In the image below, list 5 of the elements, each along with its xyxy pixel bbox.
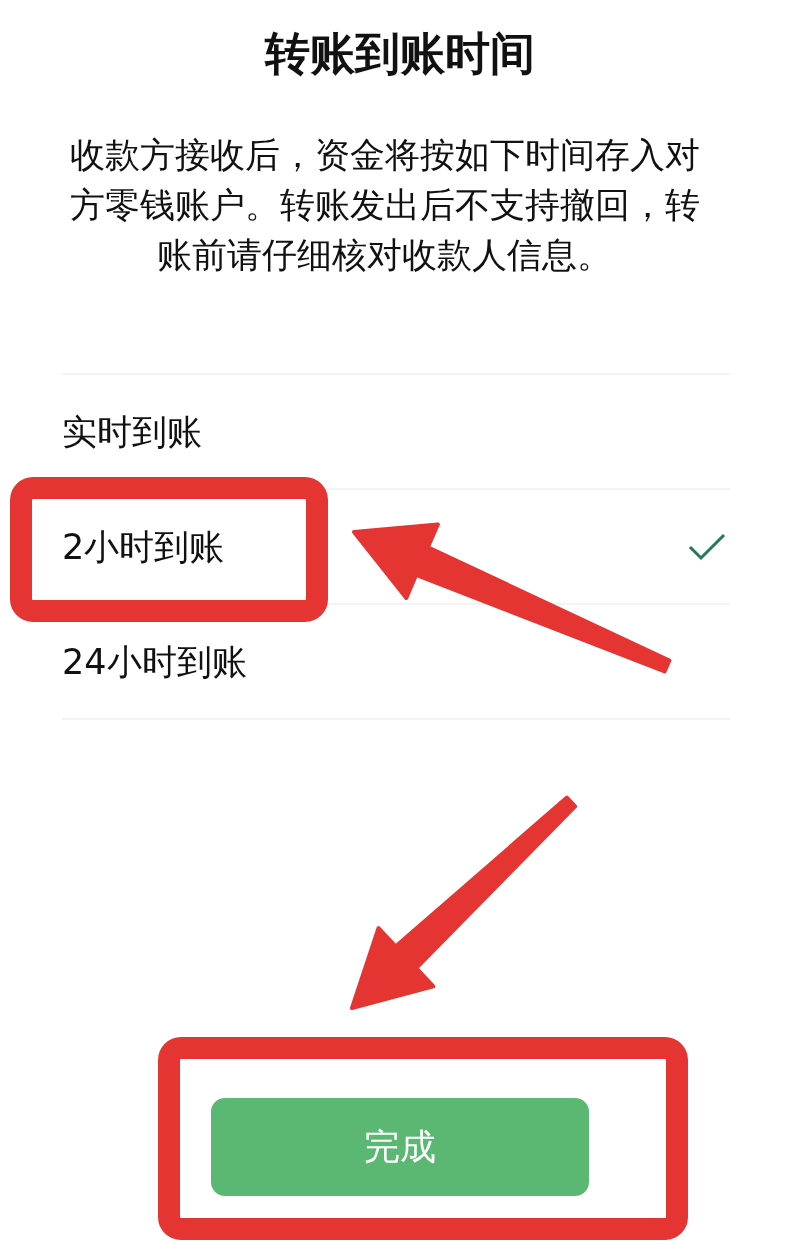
description-text: 收款方接收后，资金将按如下时间存入对方零钱账户。转账发出后不支持撤回，转账前请仔细核对收款人信息。 [68, 134, 701, 277]
option-label[interactable]: 24小时到账 [62, 639, 247, 684]
page-title: 转账到账时间 [263, 26, 536, 79]
option-label[interactable]: 实时到账 [62, 409, 202, 454]
option-label[interactable]: 2小时到账 [62, 524, 225, 569]
